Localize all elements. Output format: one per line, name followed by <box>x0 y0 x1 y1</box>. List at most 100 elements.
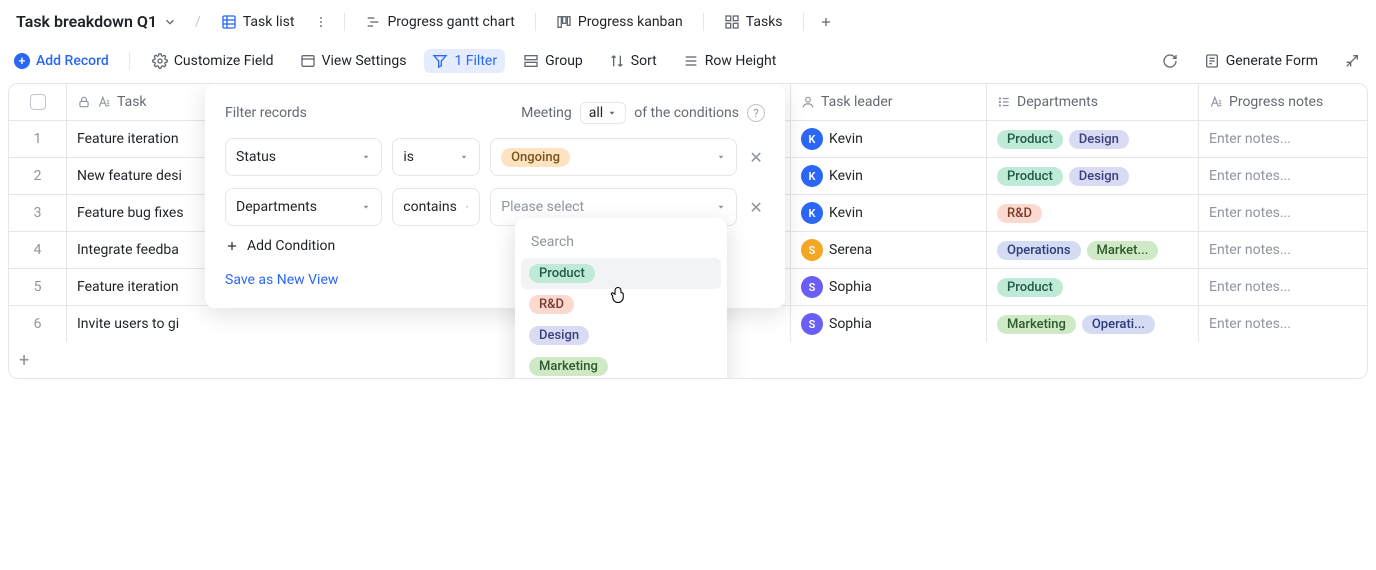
list-icon <box>997 95 1011 109</box>
meeting-mode-select[interactable]: all <box>580 102 626 124</box>
header-leader-label: Task leader <box>821 94 893 110</box>
row-number: 2 <box>9 158 67 194</box>
cell-notes[interactable]: Enter notes... <box>1199 195 1367 231</box>
header-notes-label: Progress notes <box>1229 94 1323 110</box>
avatar: S <box>801 313 823 335</box>
row-number: 4 <box>9 232 67 268</box>
remove-condition-button[interactable]: ✕ <box>747 148 765 167</box>
tag-design: Design <box>529 326 589 345</box>
header-checkbox-cell[interactable] <box>9 84 67 120</box>
help-icon[interactable]: ? <box>747 104 765 122</box>
cell-leader[interactable]: K Kevin <box>791 195 987 231</box>
customize-field-button[interactable]: Customize Field <box>144 49 282 73</box>
condition-operator-select[interactable]: is <box>392 138 480 176</box>
dropdown-option-marketing[interactable]: Marketing <box>521 351 721 379</box>
tab-progress-kanban[interactable]: Progress kanban <box>546 10 693 34</box>
save-view-label: Save as New View <box>225 272 338 288</box>
row-number: 5 <box>9 269 67 305</box>
leader-name: Serena <box>829 242 872 258</box>
cell-departments[interactable]: Product <box>987 269 1199 305</box>
cell-notes[interactable]: Enter notes... <box>1199 121 1367 157</box>
cell-departments[interactable]: Operations Market... <box>987 232 1199 268</box>
condition-field-select[interactable]: Departments <box>225 188 382 226</box>
filter-button[interactable]: 1 Filter <box>424 49 505 73</box>
refresh-button[interactable] <box>1154 49 1186 73</box>
filter-meeting-mode: Meeting all of the conditions ? <box>521 102 765 124</box>
cell-leader[interactable]: S Serena <box>791 232 987 268</box>
row-height-button[interactable]: Row Height <box>675 49 785 73</box>
toolbar: + Add Record Customize Field View Settin… <box>0 43 1376 83</box>
view-settings-button[interactable]: View Settings <box>292 49 415 73</box>
lock-icon <box>77 95 91 109</box>
condition-field-value: Departments <box>236 199 317 215</box>
condition-operator-select[interactable]: contains <box>392 188 480 226</box>
cell-departments[interactable]: Marketing Operati... <box>987 306 1199 342</box>
cell-departments[interactable]: R&D <box>987 195 1199 231</box>
tab-task-list[interactable]: Task list <box>211 10 305 34</box>
leader-name: Kevin <box>829 131 863 147</box>
tab-label: Progress kanban <box>578 14 683 30</box>
cell-notes[interactable]: Enter notes... <box>1199 306 1367 342</box>
sliders-icon <box>300 53 316 69</box>
share-button[interactable] <box>1336 49 1368 73</box>
tab-tasks[interactable]: Tasks <box>714 10 793 34</box>
breadcrumb-separator: / <box>189 14 207 30</box>
dropdown-search-input[interactable]: Search <box>521 226 721 258</box>
tag-operations: Operati... <box>1082 315 1155 334</box>
generate-form-button[interactable]: Generate Form <box>1196 49 1326 73</box>
cell-notes[interactable]: Enter notes... <box>1199 269 1367 305</box>
person-icon <box>801 95 815 109</box>
sort-button[interactable]: Sort <box>601 49 665 73</box>
leader-name: Kevin <box>829 168 863 184</box>
notes-placeholder: Enter notes... <box>1209 316 1291 332</box>
tag-product: Product <box>997 278 1063 297</box>
search-placeholder: Search <box>531 234 574 250</box>
sort-label: Sort <box>631 53 657 69</box>
tab-progress-gantt[interactable]: Progress gantt chart <box>355 10 524 34</box>
leader-name: Sophia <box>829 316 872 332</box>
checkbox[interactable] <box>30 94 46 110</box>
dropdown-option-product[interactable]: Product <box>521 258 721 289</box>
notes-placeholder: Enter notes... <box>1209 168 1291 184</box>
group-button[interactable]: Group <box>515 49 591 73</box>
tag-operations: Operations <box>997 241 1081 260</box>
notes-placeholder: Enter notes... <box>1209 205 1291 221</box>
header-departments[interactable]: Departments <box>987 84 1199 120</box>
breadcrumb-title[interactable]: Task breakdown Q1 <box>8 8 185 35</box>
view-tabs-bar: Task breakdown Q1 / Task list Progress g… <box>0 0 1376 43</box>
header-notes[interactable]: Progress notes <box>1199 84 1367 120</box>
cell-leader[interactable]: S Sophia <box>791 269 987 305</box>
condition-field-select[interactable]: Status <box>225 138 382 176</box>
meeting-prefix: Meeting <box>521 105 572 121</box>
divider <box>703 13 704 31</box>
remove-condition-button[interactable]: ✕ <box>747 198 765 217</box>
share-icon <box>1344 53 1360 69</box>
dropdown-option-design[interactable]: Design <box>521 320 721 351</box>
cell-notes[interactable]: Enter notes... <box>1199 158 1367 194</box>
cell-leader[interactable]: S Sophia <box>791 306 987 342</box>
breadcrumb-title-label: Task breakdown Q1 <box>16 12 157 31</box>
condition-field-value: Status <box>236 149 276 165</box>
divider <box>803 13 804 31</box>
avatar: K <box>801 128 823 150</box>
view-settings-label: View Settings <box>322 53 407 69</box>
condition-value-select[interactable]: Ongoing <box>490 138 737 176</box>
cell-departments[interactable]: Product Design <box>987 158 1199 194</box>
kanban-icon <box>556 14 572 30</box>
cell-notes[interactable]: Enter notes... <box>1199 232 1367 268</box>
value-placeholder: Please select <box>501 199 584 215</box>
generate-form-label: Generate Form <box>1226 53 1318 69</box>
tab-label: Progress gantt chart <box>387 14 514 30</box>
row-height-label: Row Height <box>705 53 777 69</box>
add-tab-button[interactable] <box>814 10 838 34</box>
cell-leader[interactable]: K Kevin <box>791 121 987 157</box>
tag-rd: R&D <box>529 295 574 314</box>
form-icon <box>1204 53 1220 69</box>
header-departments-label: Departments <box>1017 94 1098 110</box>
cell-leader[interactable]: K Kevin <box>791 158 987 194</box>
cell-departments[interactable]: Product Design <box>987 121 1199 157</box>
tab-more-icon[interactable] <box>308 15 334 29</box>
add-record-button[interactable]: + Add Record <box>8 49 115 73</box>
header-leader[interactable]: Task leader <box>791 84 987 120</box>
gantt-icon <box>365 14 381 30</box>
